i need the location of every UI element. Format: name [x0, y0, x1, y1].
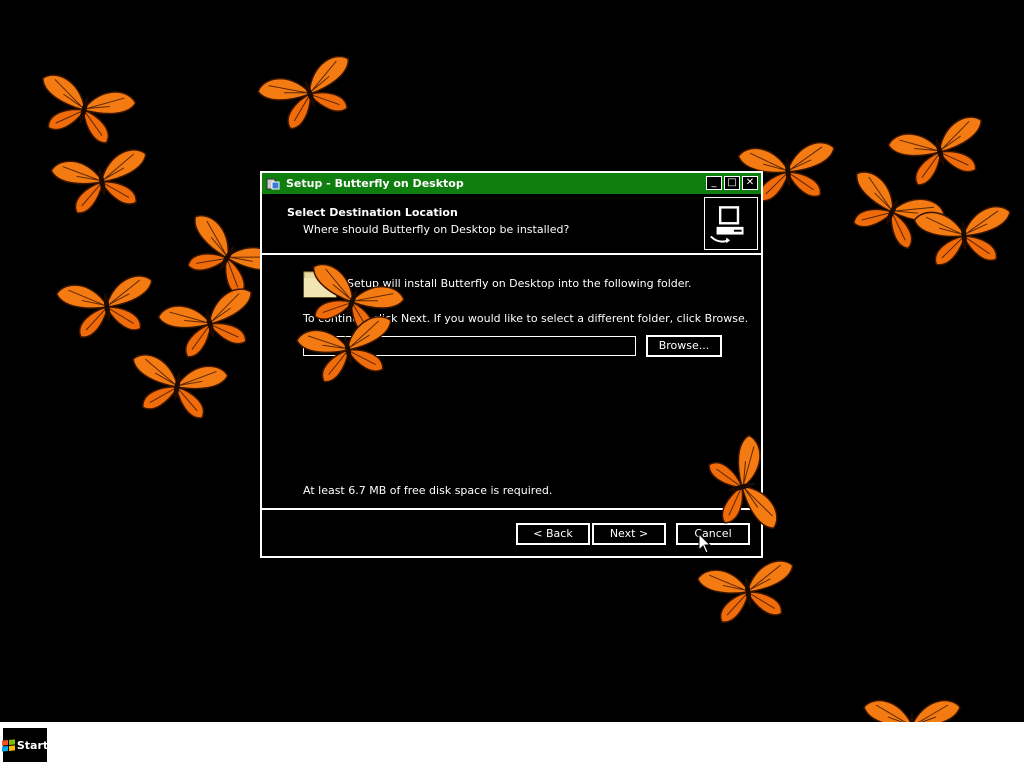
butterfly-icon: [692, 553, 804, 631]
wizard-header: Select Destination Location Where should…: [262, 194, 761, 252]
windows-logo-icon: [1, 738, 15, 752]
mouse-cursor-icon: [698, 532, 712, 555]
start-button[interactable]: Start: [1, 727, 49, 763]
footer-divider: [262, 508, 761, 510]
butterfly-icon: [51, 268, 163, 346]
butterfly-icon: [909, 200, 1018, 273]
page-subtitle: Where should Butterfly on Desktop be ins…: [303, 223, 570, 236]
header-divider: [262, 253, 761, 255]
disk-space-text: At least 6.7 MB of free disk space is re…: [303, 484, 553, 497]
butterfly-icon: [250, 46, 370, 142]
computer-install-icon: [704, 197, 758, 250]
window-title: Setup - Butterfly on Desktop: [286, 177, 464, 190]
page-title: Select Destination Location: [287, 206, 458, 219]
start-label: Start: [16, 738, 49, 752]
next-button[interactable]: Next >: [592, 523, 666, 545]
title-bar[interactable]: Setup - Butterfly on Desktop _ □ ✕: [262, 173, 761, 194]
minimize-button[interactable]: _: [706, 176, 722, 190]
taskbar: Start: [0, 722, 1024, 768]
maximize-button[interactable]: □: [724, 176, 740, 190]
close-button[interactable]: ✕: [742, 176, 758, 190]
browse-button[interactable]: Browse...: [646, 335, 722, 357]
butterfly-icon: [120, 346, 234, 427]
setup-icon: [266, 177, 280, 191]
back-button[interactable]: < Back: [516, 523, 590, 545]
butterfly-icon: [45, 141, 159, 222]
butterfly-icon: [25, 66, 142, 155]
